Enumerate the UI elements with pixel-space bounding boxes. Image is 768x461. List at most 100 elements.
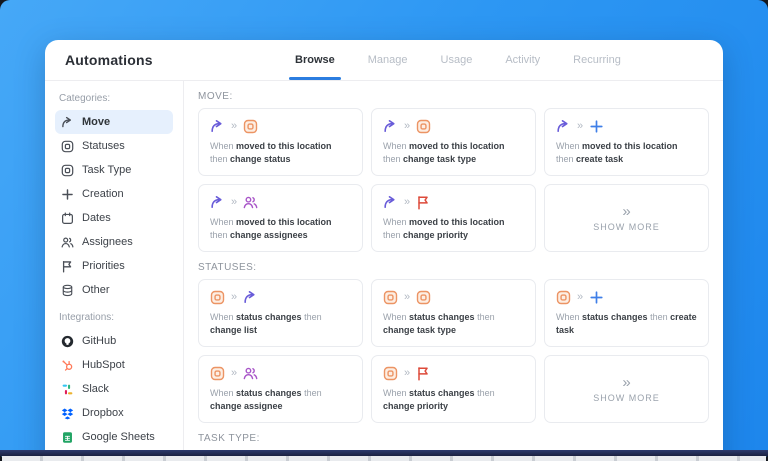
sidebar-item-dropbox[interactable]: Dropbox xyxy=(55,401,173,425)
status-orange-icon xyxy=(556,290,571,305)
sidebar-item-label: GitHub xyxy=(82,335,117,347)
status-orange-icon xyxy=(416,290,431,305)
page-title: Automations xyxy=(65,52,153,68)
section-move: MOVE: » When moved to this location then c… xyxy=(198,91,709,252)
automation-description: When status changes then change assignee xyxy=(210,388,322,411)
dropbox-icon xyxy=(61,407,74,420)
slack-icon xyxy=(61,383,74,396)
automation-description: When status changes then change list xyxy=(210,312,322,335)
section-title: MOVE: xyxy=(198,91,233,102)
automation-card[interactable]: » When moved to this location then change… xyxy=(371,184,536,252)
section-title: TASK TYPE: xyxy=(198,433,260,444)
plus-icon xyxy=(61,188,74,201)
github-icon xyxy=(61,335,74,348)
sidebar-item-priorities[interactable]: Priorities xyxy=(55,254,173,278)
move-purple-icon xyxy=(383,119,398,134)
sidebar-item-dates[interactable]: Dates xyxy=(55,206,173,230)
status-orange-icon xyxy=(416,119,431,134)
double-chevron-icon: » xyxy=(404,366,411,379)
integrations-label: Integrations: xyxy=(59,312,115,323)
sidebar-item-label: Dropbox xyxy=(82,407,124,419)
screenshot-stage: Automations Browse Manage Usage Activity Rec… xyxy=(0,0,768,461)
move-purple-icon xyxy=(383,195,398,210)
show-more-card[interactable]: » SHOW MORE xyxy=(544,184,709,252)
status-orange-icon xyxy=(210,366,225,381)
automation-card[interactable]: » When status changes then change assigne… xyxy=(198,355,363,423)
status-orange-icon xyxy=(383,290,398,305)
double-chevron-icon: » xyxy=(622,373,631,391)
flag-icon xyxy=(61,260,74,273)
screenshot-bottom-strip xyxy=(2,456,766,461)
sidebar-item-slack[interactable]: Slack xyxy=(55,377,173,401)
calendar-icon xyxy=(61,212,74,225)
sidebar-item-task-type[interactable]: Task Type xyxy=(55,158,173,182)
move-purple-icon xyxy=(556,119,571,134)
automation-description: When moved to this location then create … xyxy=(556,141,678,164)
categories-list: Move Statuses Task Type Creation Dates Assign… xyxy=(55,110,173,302)
double-chevron-icon: » xyxy=(231,195,238,208)
show-more-label: SHOW MORE xyxy=(593,221,660,232)
double-chevron-icon: » xyxy=(404,119,411,132)
sidebar-item-statuses[interactable]: Statuses xyxy=(55,134,173,158)
hubspot-icon xyxy=(61,359,74,372)
automation-card[interactable]: » When moved to this location then create… xyxy=(544,108,709,176)
sidebar-item-label: Slack xyxy=(82,383,109,395)
section-title: STATUSES: xyxy=(198,262,257,273)
status-orange-icon xyxy=(243,119,258,134)
automation-card[interactable]: » When moved to this location then change… xyxy=(198,184,363,252)
automation-card[interactable]: » When status changes then create task xyxy=(544,279,709,347)
show-more-card[interactable]: » SHOW MORE xyxy=(544,355,709,423)
sidebar-item-github[interactable]: GitHub xyxy=(55,329,173,353)
automation-card[interactable]: » When status changes then change list xyxy=(198,279,363,347)
sidebar-item-move[interactable]: Move xyxy=(55,110,173,134)
automation-card[interactable]: » When moved to this location then change… xyxy=(371,108,536,176)
double-chevron-icon: » xyxy=(231,119,238,132)
automation-description: When status changes then change priority xyxy=(383,388,495,411)
move-purple-icon xyxy=(210,195,225,210)
sidebar-item-label: Statuses xyxy=(82,140,125,152)
tab-usage[interactable]: Usage xyxy=(441,40,473,80)
sidebar-item-assignees[interactable]: Assignees xyxy=(55,230,173,254)
plus-blue-icon xyxy=(589,290,604,305)
tab-bar: Browse Manage Usage Activity Recurring xyxy=(289,40,621,80)
sidebar-item-label: Google Sheets xyxy=(82,431,155,443)
move-purple-icon xyxy=(210,119,225,134)
double-chevron-icon: » xyxy=(404,290,411,303)
status-square-icon xyxy=(61,164,74,177)
double-chevron-icon: » xyxy=(577,119,584,132)
sidebar-item-other[interactable]: Other xyxy=(55,278,173,302)
categories-label: Categories: xyxy=(59,93,111,104)
automation-description: When moved to this location then change … xyxy=(383,141,505,164)
sidebar-item-creation[interactable]: Creation xyxy=(55,182,173,206)
automation-description: When status changes then change task typ… xyxy=(383,312,495,335)
flag-red-icon xyxy=(416,195,431,210)
automation-card[interactable]: » When status changes then change priorit… xyxy=(371,355,536,423)
sidebar-item-label: Creation xyxy=(82,188,124,200)
google-sheets-icon xyxy=(61,431,74,444)
sidebar-item-label: Move xyxy=(82,116,111,128)
sidebar: Categories: Move Statuses Task Type Creatio… xyxy=(45,81,184,461)
sidebar-item-google-sheets[interactable]: Google Sheets xyxy=(55,425,173,449)
sidebar-item-label: Dates xyxy=(82,212,111,224)
move-purple-icon xyxy=(243,290,258,305)
sidebar-item-label: Assignees xyxy=(82,236,133,248)
plus-blue-icon xyxy=(589,119,604,134)
sidebar-item-hubspot[interactable]: HubSpot xyxy=(55,353,173,377)
tab-recurring[interactable]: Recurring xyxy=(573,40,621,80)
sidebar-item-label: Priorities xyxy=(82,260,125,272)
tab-manage[interactable]: Manage xyxy=(368,40,408,80)
integrations-list: GitHub HubSpot Slack Dropbox Google Sheets xyxy=(55,329,173,449)
status-square-icon xyxy=(61,140,74,153)
tab-activity[interactable]: Activity xyxy=(505,40,540,80)
automation-card[interactable]: » When moved to this location then change… xyxy=(198,108,363,176)
status-orange-icon xyxy=(210,290,225,305)
double-chevron-icon: » xyxy=(622,202,631,220)
automation-card[interactable]: » When status changes then change task ty… xyxy=(371,279,536,347)
automations-modal: Automations Browse Manage Usage Activity Rec… xyxy=(45,40,723,461)
show-more-label: SHOW MORE xyxy=(593,392,660,403)
sidebar-item-label: Task Type xyxy=(82,164,132,176)
people-icon xyxy=(61,236,74,249)
move-arrow-icon xyxy=(61,116,74,129)
double-chevron-icon: » xyxy=(577,290,584,303)
tab-browse[interactable]: Browse xyxy=(289,40,341,80)
